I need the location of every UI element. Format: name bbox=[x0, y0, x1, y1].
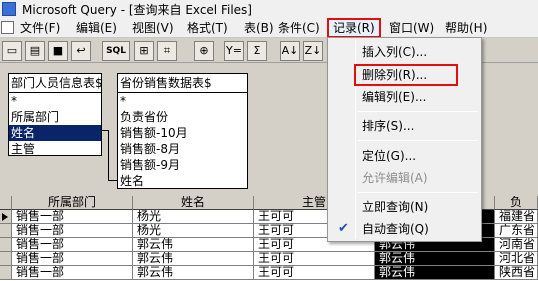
menu-window[interactable]: 窗口(W) bbox=[385, 18, 438, 38]
grid-cell[interactable]: 销售一部 bbox=[12, 252, 133, 266]
menu-format[interactable]: 格式(T) bbox=[183, 18, 232, 38]
field-item[interactable]: * bbox=[118, 93, 247, 109]
grid-cell[interactable]: 郭云伟 bbox=[133, 238, 254, 252]
menu-bar: 文件(F) 编辑(E) 视图(V) 格式(T) 表(B) 条件(C) 记录(R)… bbox=[0, 18, 538, 38]
menu-item-goto[interactable]: 定位(G)... bbox=[330, 145, 479, 167]
grid-cell[interactable]: 销售一部 bbox=[12, 238, 133, 252]
menu-separator bbox=[358, 192, 478, 193]
join-line bbox=[108, 180, 117, 181]
document-icon[interactable] bbox=[1, 21, 14, 34]
row-indicator bbox=[0, 238, 12, 252]
show-tables-icon[interactable]: ⊞ bbox=[134, 41, 154, 61]
grid-cell[interactable]: 王可可 bbox=[254, 266, 375, 280]
grid-cell[interactable]: 郭云伟 bbox=[375, 266, 495, 280]
field-item[interactable]: 所属部门 bbox=[9, 109, 101, 125]
grid-cell[interactable]: 杨光 bbox=[133, 210, 254, 224]
table-box-province-sales[interactable]: 省份销售数据表$ * 负责省份 销售额-10月 销售额-8月 销售额-9月 姓名 bbox=[117, 73, 248, 189]
field-item[interactable]: 销售额-10月 bbox=[118, 125, 247, 141]
totals-sigma-button[interactable]: Σ bbox=[247, 41, 267, 61]
menu-file[interactable]: 文件(F) bbox=[16, 18, 64, 38]
table-row[interactable]: 销售一部 郭云伟 王可可 郭云伟 河北省 bbox=[0, 252, 538, 266]
checkmark-icon: ✔ bbox=[338, 221, 349, 236]
corner-cell bbox=[0, 196, 12, 210]
field-item-selected[interactable]: 姓名 bbox=[9, 125, 101, 141]
table-title[interactable]: 部门人员信息表$ bbox=[9, 74, 101, 93]
grid-cell[interactable]: 销售一部 bbox=[12, 224, 133, 238]
row-indicator bbox=[0, 266, 12, 280]
menu-item-edit-column[interactable]: 编辑列(E)... bbox=[330, 86, 479, 108]
records-menu: 插入列(C)... 删除列(R)... 编辑列(E)... 排序(S)... 定… bbox=[327, 37, 482, 242]
new-query-icon[interactable]: ▭ bbox=[2, 41, 22, 61]
sort-descending-button[interactable]: Z↓ bbox=[303, 41, 323, 61]
current-row-indicator bbox=[0, 210, 12, 224]
grid-cell[interactable]: 王可可 bbox=[254, 252, 375, 266]
return-data-icon[interactable]: ↩ bbox=[71, 41, 91, 61]
grid-cell[interactable]: 郭云伟 bbox=[375, 252, 495, 266]
field-item[interactable]: 姓名 bbox=[118, 173, 247, 189]
menu-item-auto-query[interactable]: ✔ 自动查询(Q) bbox=[330, 218, 479, 240]
open-folder-icon[interactable]: ▤ bbox=[25, 41, 45, 61]
table-row[interactable]: 销售一部 郭云伟 王可可 郭云伟 陕西省 bbox=[0, 266, 538, 280]
add-table-icon[interactable]: ⊕ bbox=[194, 41, 214, 61]
grid-cell[interactable]: 销售一部 bbox=[12, 266, 133, 280]
menu-help[interactable]: 帮助(H) bbox=[441, 18, 491, 38]
save-icon[interactable]: ■ bbox=[48, 41, 68, 61]
column-header[interactable]: 负 bbox=[495, 196, 538, 210]
field-item[interactable]: 销售额-8月 bbox=[118, 141, 247, 157]
field-item[interactable]: 销售额-9月 bbox=[118, 157, 247, 173]
menu-item-delete-column[interactable]: 删除列(R)... bbox=[354, 64, 458, 86]
menu-records[interactable]: 记录(R) bbox=[327, 18, 381, 38]
join-line bbox=[108, 130, 109, 181]
menu-criteria[interactable]: 条件(C) bbox=[274, 18, 324, 38]
table-title[interactable]: 省份销售数据表$ bbox=[118, 74, 247, 93]
title-bar: Microsoft Query - [查询来自 Excel Files] bbox=[0, 0, 538, 18]
show-criteria-icon[interactable]: ⌗ bbox=[157, 41, 177, 61]
grid-cell[interactable]: 河北省 bbox=[495, 252, 538, 266]
sort-ascending-button[interactable]: A↓ bbox=[280, 41, 300, 61]
menu-view[interactable]: 视图(V) bbox=[128, 18, 178, 38]
grid-cell[interactable]: 郭云伟 bbox=[133, 252, 254, 266]
field-item[interactable]: 主管 bbox=[9, 141, 101, 157]
row-arrow-icon bbox=[2, 213, 8, 221]
grid-cell[interactable]: 福建省 bbox=[495, 210, 538, 224]
column-header[interactable]: 姓名 bbox=[133, 196, 254, 210]
grid-cell[interactable]: 杨光 bbox=[133, 224, 254, 238]
grid-cell[interactable]: 销售一部 bbox=[12, 210, 133, 224]
menu-separator bbox=[358, 111, 478, 112]
menu-edit[interactable]: 编辑(E) bbox=[72, 18, 121, 38]
window-title: Microsoft Query - [查询来自 Excel Files] bbox=[22, 3, 252, 17]
grid-cell[interactable]: 河南省 bbox=[495, 238, 538, 252]
menu-item-query-now[interactable]: 立即查询(N) bbox=[330, 196, 479, 218]
menu-separator bbox=[358, 140, 478, 141]
grid-cell[interactable]: 广东省 bbox=[495, 224, 538, 238]
menu-item-insert-column[interactable]: 插入列(C)... bbox=[330, 41, 479, 63]
criteria-equals-button[interactable]: Y= bbox=[224, 41, 244, 61]
app-icon bbox=[2, 2, 16, 16]
sql-button[interactable]: SQL bbox=[102, 41, 130, 61]
grid-cell[interactable]: 陕西省 bbox=[495, 266, 538, 280]
menu-item-label: 自动查询(Q) bbox=[362, 222, 429, 236]
row-indicator bbox=[0, 224, 12, 238]
menu-item-allow-editing: 允许编辑(A) bbox=[362, 171, 428, 185]
menu-table[interactable]: 表(B) bbox=[240, 18, 278, 38]
column-header[interactable]: 所属部门 bbox=[12, 196, 133, 210]
menu-item-sort[interactable]: 排序(S)... bbox=[330, 115, 479, 137]
table-box-department[interactable]: 部门人员信息表$ * 所属部门 姓名 主管 bbox=[8, 73, 102, 156]
field-item[interactable]: * bbox=[9, 93, 101, 109]
grid-cell[interactable]: 郭云伟 bbox=[133, 266, 254, 280]
row-indicator bbox=[0, 252, 12, 266]
field-item[interactable]: 负责省份 bbox=[118, 109, 247, 125]
